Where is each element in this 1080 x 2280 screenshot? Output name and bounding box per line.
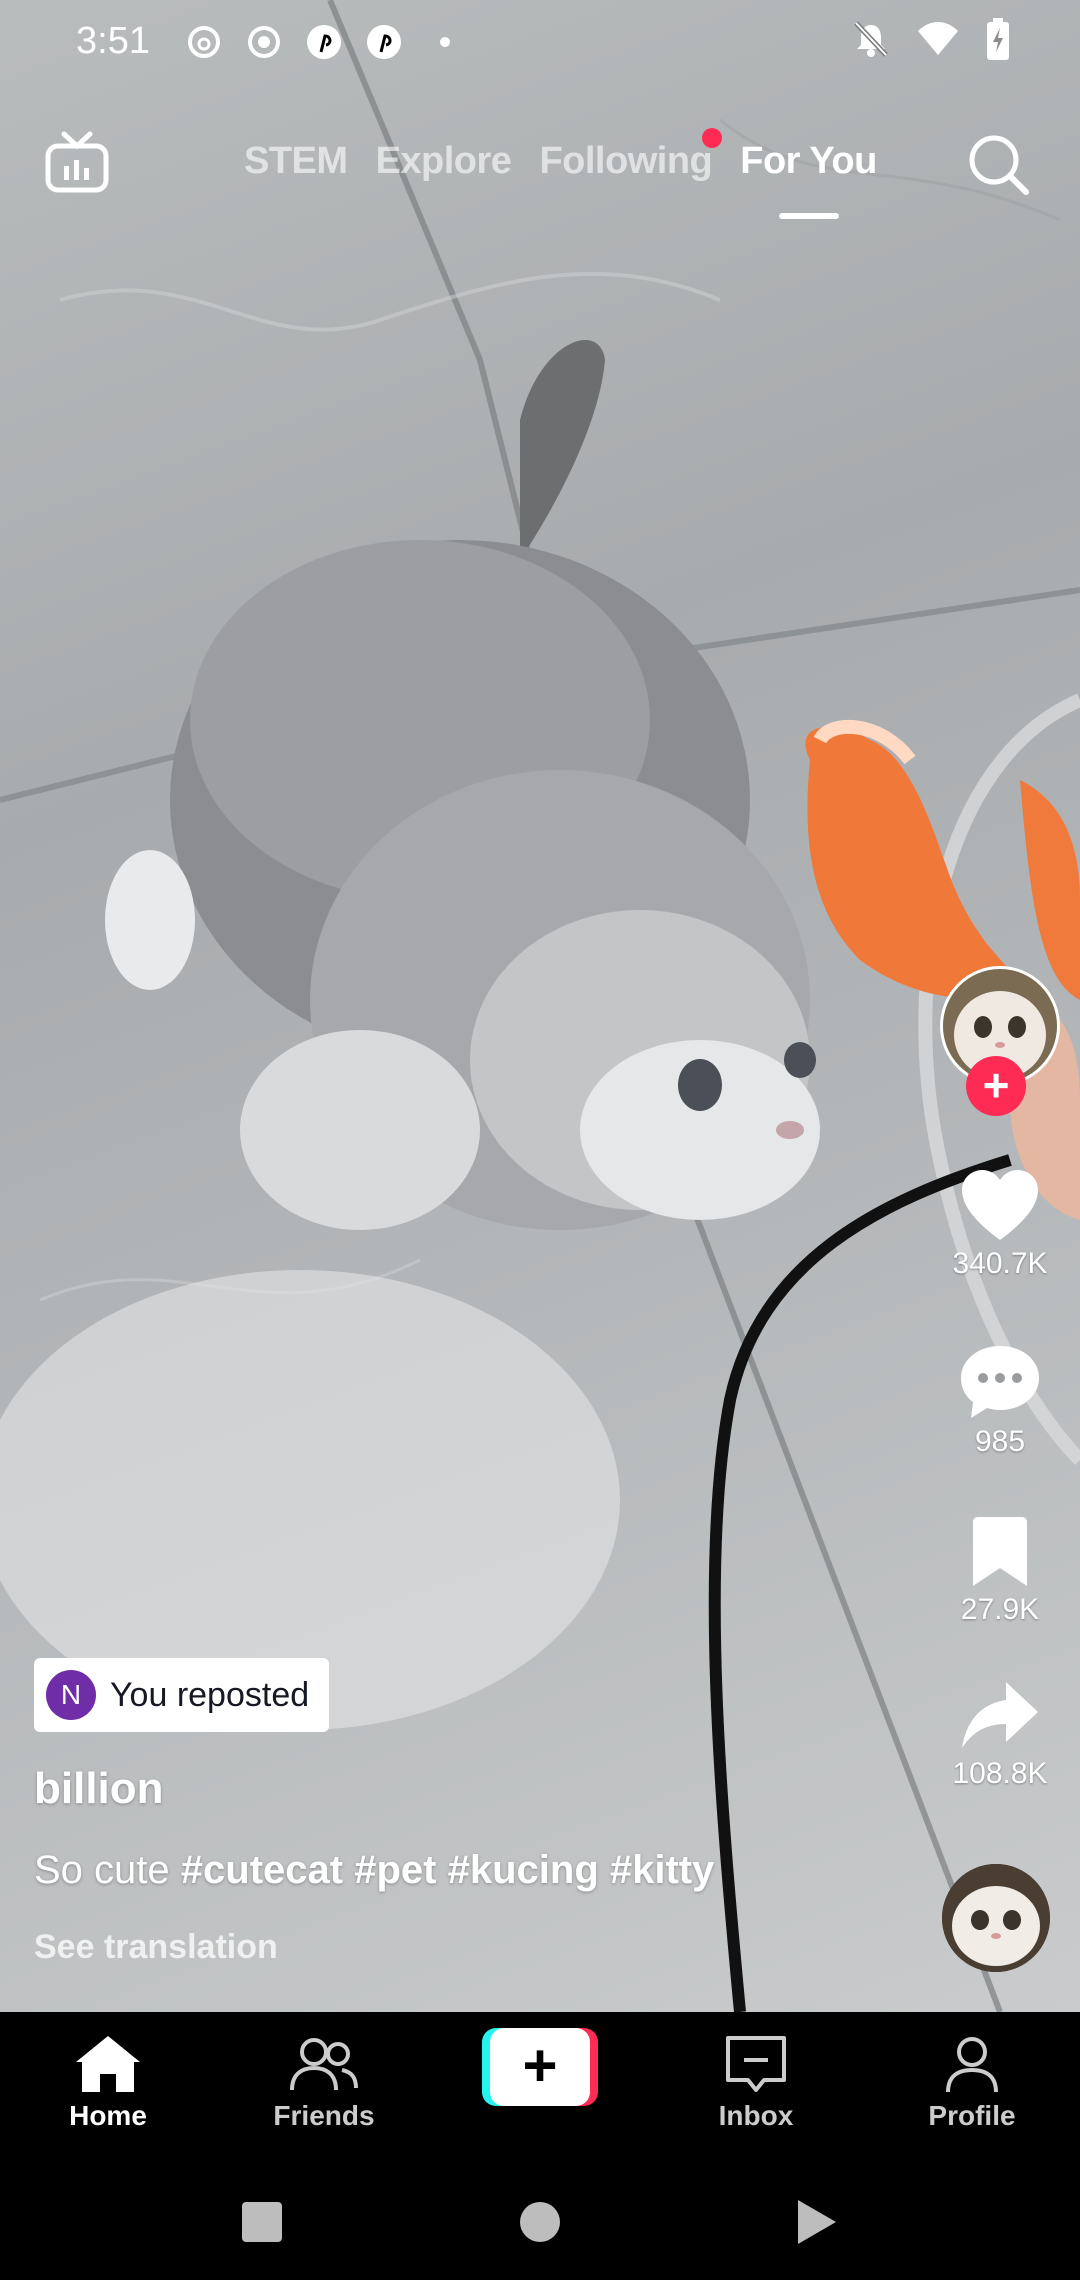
status-icons-right xyxy=(852,18,1010,65)
tab-stem[interactable]: STEM xyxy=(244,140,348,183)
nav-profile[interactable]: Profile xyxy=(864,2012,1080,2162)
nav-friends[interactable]: Friends xyxy=(216,2012,432,2162)
shrimp-image xyxy=(805,719,1080,1000)
create-button[interactable]: + xyxy=(482,2028,598,2106)
author-username[interactable]: billion xyxy=(34,1764,164,1814)
tab-for-you[interactable]: For You xyxy=(740,140,877,183)
battery-charging-icon xyxy=(986,18,1010,65)
comment-count: 985 xyxy=(974,1425,1026,1458)
share-icon xyxy=(962,1682,1038,1748)
feed-tabs: STEM Explore Following For You xyxy=(244,128,877,183)
tab-following-label: Following xyxy=(539,140,713,182)
hashtag[interactable]: #kucing xyxy=(448,1848,599,1892)
nav-inbox-label: Inbox xyxy=(718,2100,794,2131)
save-action[interactable]: 27.9K xyxy=(920,1516,1080,1627)
tab-following[interactable]: Following xyxy=(539,128,723,183)
tab-explore[interactable]: Explore xyxy=(376,140,512,183)
profile-icon xyxy=(946,2037,998,2093)
nav-profile-label: Profile xyxy=(928,2100,1016,2131)
tiktok-screen: 3:51 STEM Explore Following For You + 34… xyxy=(0,0,1080,2280)
home-icon xyxy=(76,2036,140,2092)
search-icon[interactable] xyxy=(964,130,1032,198)
kitten-image xyxy=(105,340,820,1230)
music-disc[interactable] xyxy=(942,1864,1050,1972)
hashtag[interactable]: #cutecat xyxy=(181,1848,343,1892)
hashtag[interactable]: #pet xyxy=(354,1848,436,1892)
bottom-tab-bar: Home Friends + Inbox Profile xyxy=(0,2012,1080,2162)
status-time: 3:51 xyxy=(76,20,150,62)
like-action[interactable]: 340.7K xyxy=(920,1170,1080,1281)
follow-button[interactable]: + xyxy=(966,1056,1026,1116)
dot-icon xyxy=(428,22,468,62)
top-nav: STEM Explore Following For You xyxy=(0,120,1080,230)
live-tv-icon[interactable] xyxy=(44,130,110,196)
repost-label: You reposted xyxy=(110,1675,310,1714)
recents-button[interactable] xyxy=(242,2202,282,2242)
plus-icon: + xyxy=(490,2028,590,2106)
repost-avatar: N xyxy=(46,1670,96,1720)
pinterest-icon xyxy=(364,22,404,62)
caption-text: So cute xyxy=(34,1848,170,1892)
following-badge-dot xyxy=(702,128,723,148)
nav-inbox[interactable]: Inbox xyxy=(648,2012,864,2162)
threads-icon xyxy=(184,22,224,62)
friends-icon xyxy=(290,2038,358,2091)
see-translation-link[interactable]: See translation xyxy=(34,1928,278,1967)
like-count: 340.7K xyxy=(952,1247,1048,1280)
video-caption: So cute #cutecat #pet #kucing #kitty xyxy=(34,1848,714,1893)
nav-friends-label: Friends xyxy=(273,2100,375,2131)
save-count: 27.9K xyxy=(960,1593,1040,1626)
wifi-icon xyxy=(916,21,960,62)
comment-action[interactable]: 985 xyxy=(920,1344,1080,1459)
nav-home[interactable]: Home xyxy=(0,2012,216,2162)
status-bar: 3:51 xyxy=(0,0,1080,86)
comment-icon xyxy=(961,1346,1039,1418)
bookmark-icon xyxy=(973,1517,1027,1586)
system-navigation-bar xyxy=(0,2162,1080,2280)
hashtag[interactable]: #kitty xyxy=(610,1848,715,1892)
record-icon xyxy=(244,22,284,62)
back-button[interactable] xyxy=(798,2200,836,2244)
home-system-button[interactable] xyxy=(520,2202,560,2242)
notifications-off-icon xyxy=(852,19,890,64)
heart-icon xyxy=(962,1170,1038,1240)
repost-badge[interactable]: N You reposted xyxy=(34,1658,330,1732)
share-action[interactable]: 108.8K xyxy=(920,1680,1080,1791)
nav-home-label: Home xyxy=(69,2100,147,2131)
share-count: 108.8K xyxy=(952,1757,1048,1790)
pinterest-icon xyxy=(304,22,344,62)
inbox-icon xyxy=(726,2036,786,2092)
